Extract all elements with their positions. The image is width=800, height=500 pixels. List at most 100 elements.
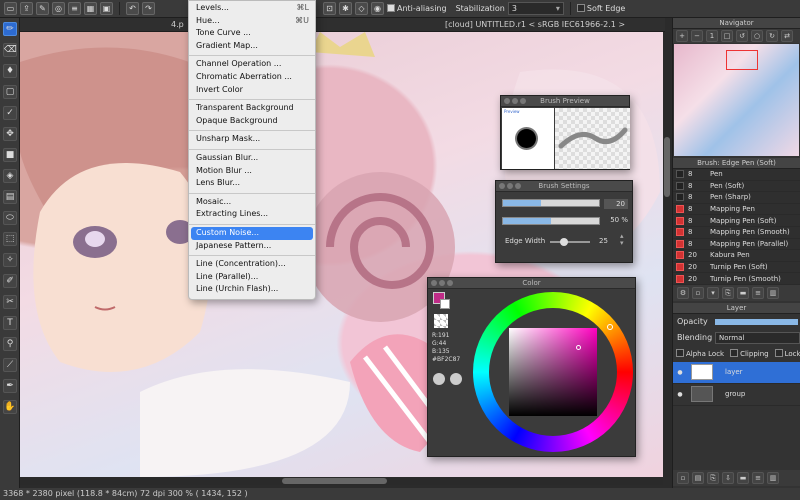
minimize-icon[interactable] — [507, 183, 513, 189]
brush-list-item[interactable]: 8 Mapping Pen (Smooth) — [673, 227, 800, 239]
move-tool-icon[interactable]: ✥ — [3, 127, 17, 141]
rotate-right-icon[interactable]: ↻ — [766, 30, 778, 42]
navigator-viewport-rect[interactable] — [726, 50, 758, 70]
menu-item[interactable]: Gaussian Blur... — [189, 152, 315, 165]
select-pen-icon[interactable]: ⬚ — [3, 232, 17, 246]
soft-edge-checkbox[interactable]: Soft Edge — [576, 4, 625, 13]
new-layer-icon[interactable]: ▫ — [677, 472, 689, 484]
undo-icon[interactable]: ↶ — [126, 2, 139, 15]
smudge-tool-icon[interactable]: ♦ — [3, 64, 17, 78]
menu-item[interactable]: Japanese Pattern... — [189, 240, 315, 253]
horizontal-scrollbar[interactable] — [20, 477, 663, 485]
text-tool-icon[interactable]: T — [3, 316, 17, 330]
delete-layer-icon[interactable]: ▥ — [767, 472, 779, 484]
saturation-value-square[interactable] — [509, 328, 597, 416]
eyedropper-icon[interactable]: ⟋ — [3, 358, 17, 372]
background-color-swatch[interactable] — [440, 299, 450, 309]
alpha-lock-checkbox[interactable]: Alpha Lock — [676, 349, 724, 358]
menu-item[interactable]: Line (Concentration)... — [189, 258, 315, 271]
scroll-thumb[interactable] — [664, 137, 670, 197]
layer-list-icon[interactable]: ≡ — [68, 2, 81, 15]
color-mix-icon[interactable] — [450, 373, 462, 385]
color-titlebar[interactable]: Color — [428, 278, 635, 289]
menu-item[interactable]: Lens Blur... — [189, 177, 315, 190]
menu-item[interactable]: Line (Urchin Flash)... — [189, 283, 315, 296]
share-icon[interactable]: ⇪ — [20, 2, 33, 15]
close-icon[interactable] — [499, 183, 505, 189]
menu-item[interactable]: Unsharp Mask... — [189, 133, 315, 146]
lasso-tool-icon[interactable]: ⬭ — [3, 211, 17, 225]
brush-size-slider[interactable] — [502, 199, 600, 207]
comment-icon[interactable]: ✎ — [36, 2, 49, 15]
fill-rect-icon[interactable]: ■ — [3, 148, 17, 162]
hue-marker[interactable] — [607, 324, 613, 330]
menu-item[interactable]: Invert Color — [189, 84, 315, 97]
navigator-thumbnail[interactable] — [674, 44, 799, 156]
document-tab[interactable]: 4.p — [171, 20, 184, 29]
brush-list-item[interactable]: 20 Turnip Pen (Smooth) — [673, 273, 800, 285]
brush-folder-icon[interactable]: ▬ — [737, 286, 749, 299]
magic-wand-icon[interactable]: ✧ — [3, 253, 17, 267]
zoom-icon[interactable] — [520, 98, 526, 104]
brush-list-item[interactable]: 20 Turnip Pen (Soft) — [673, 262, 800, 274]
anti-aliasing-checkbox[interactable]: Anti-aliasing — [387, 4, 447, 13]
cube-icon[interactable]: ◇ — [355, 2, 368, 15]
snap-icon[interactable]: ⊡ — [323, 2, 336, 15]
layer-row[interactable]: ● layer — [673, 361, 800, 384]
opacity-slider[interactable] — [715, 318, 798, 325]
brush-opacity-slider[interactable] — [502, 217, 600, 225]
zoom-in-icon[interactable]: + — [676, 30, 688, 42]
ruler-icon[interactable]: ◉ — [371, 2, 384, 15]
new-document-icon[interactable]: ▭ — [4, 2, 17, 15]
brush-list-item[interactable]: 20 Kabura Pen — [673, 250, 800, 262]
menu-item[interactable]: Chromatic Aberration ... — [189, 71, 315, 84]
menu-item[interactable]: Gradient Map... — [189, 40, 315, 53]
brush-list-item[interactable]: 8 Mapping Pen — [673, 204, 800, 216]
layer-folder-icon[interactable]: ▬ — [737, 472, 749, 484]
menu-item[interactable]: Extracting Lines... — [189, 208, 315, 221]
brush-list-item[interactable]: 8 Mapping Pen (Parallel) — [673, 239, 800, 251]
blending-select[interactable]: Normal — [715, 331, 800, 344]
vertical-scrollbar[interactable] — [663, 32, 671, 477]
close-icon[interactable] — [431, 280, 437, 286]
scroll-thumb[interactable] — [282, 478, 387, 484]
brush-settings-icon[interactable]: ⚙ — [677, 286, 689, 299]
menu-item[interactable]: Motion Blur ... — [189, 165, 315, 178]
panel-icon[interactable]: ▣ — [100, 2, 113, 15]
rotate-left-icon[interactable]: ↺ — [736, 30, 748, 42]
bucket-tool-icon[interactable]: ◈ — [3, 169, 17, 183]
brush-list-icon[interactable]: ≡ — [752, 286, 764, 299]
menu-item[interactable]: Channel Operation ... — [189, 58, 315, 71]
brush-list-item[interactable]: 8 Mapping Pen (Soft) — [673, 215, 800, 227]
duplicate-layer-icon[interactable]: ⎘ — [707, 472, 719, 484]
layer-row[interactable]: ● group — [673, 384, 800, 406]
settings-gear-icon[interactable]: ✱ — [339, 2, 352, 15]
chat-icon[interactable]: ◎ — [52, 2, 65, 15]
minimize-icon[interactable] — [512, 98, 518, 104]
zoom-actual-icon[interactable]: 1 — [706, 30, 718, 42]
gradient-tool-icon[interactable]: ▤ — [3, 190, 17, 204]
new-brush-icon[interactable]: ▫ — [692, 286, 704, 299]
hand-tool-icon[interactable]: ✋ — [3, 400, 17, 414]
menu-item[interactable]: Line (Parallel)... — [189, 271, 315, 284]
brush-list-item[interactable]: 8 Pen (Soft) — [673, 181, 800, 193]
transparent-color-icon[interactable] — [434, 314, 448, 328]
zoom-out-icon[interactable]: − — [691, 30, 703, 42]
color-picker-marker[interactable] — [576, 345, 581, 350]
menu-item[interactable]: Mosaic... — [189, 196, 315, 209]
merge-layer-icon[interactable]: ⇩ — [722, 472, 734, 484]
brush-preview-titlebar[interactable]: Brush Preview — [501, 96, 629, 107]
flip-icon[interactable]: ⇄ — [781, 30, 793, 42]
hue-wheel[interactable] — [473, 292, 633, 452]
visibility-icon[interactable]: ● — [673, 369, 687, 376]
minimize-icon[interactable] — [439, 280, 445, 286]
pen-tool-icon[interactable]: ✒ — [3, 379, 17, 393]
layer-menu-icon[interactable]: ≡ — [752, 472, 764, 484]
edge-width-stepper-icon[interactable]: ▴ ▾ — [620, 233, 624, 247]
eraser-tool-icon[interactable]: ⌫ — [3, 43, 17, 57]
visibility-icon[interactable]: ● — [673, 391, 687, 398]
lock-checkbox[interactable]: Lock — [774, 349, 800, 358]
zoom-fit-icon[interactable]: □ — [721, 30, 733, 42]
edge-width-slider[interactable] — [550, 238, 590, 246]
brush-size-value[interactable]: 20 — [604, 199, 628, 209]
